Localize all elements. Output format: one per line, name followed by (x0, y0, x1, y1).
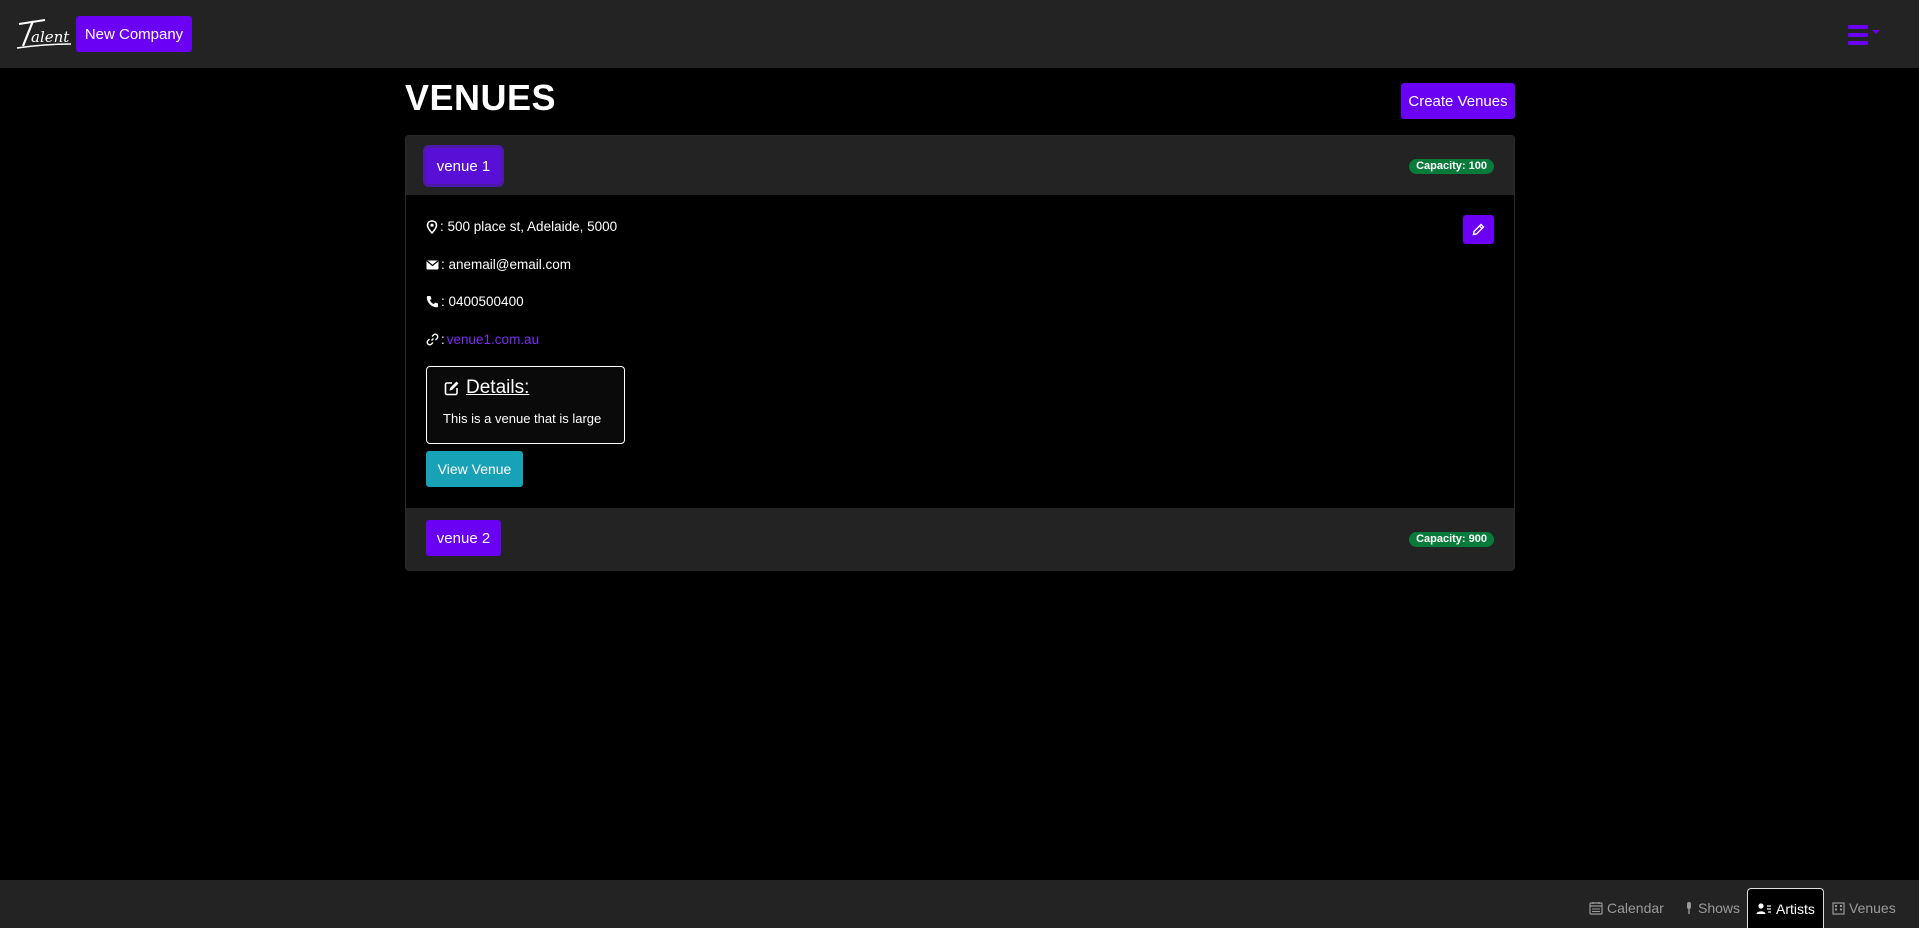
website-link[interactable]: venue1.com.au (447, 332, 539, 347)
talent-logo[interactable]: alent (15, 14, 73, 52)
capacity-badge: Capacity: 900 (1409, 532, 1494, 547)
tab-venues[interactable]: Venues (1824, 888, 1904, 928)
details-heading: Details: (444, 377, 529, 399)
phone-line: : 0400500400 (426, 294, 524, 309)
tab-shows-label: Shows (1698, 900, 1741, 916)
svg-text:alent: alent (31, 28, 70, 46)
top-navbar: alent New Company (0, 0, 1919, 68)
mic-icon (1687, 902, 1691, 914)
tab-calendar[interactable]: Calendar (1581, 888, 1672, 928)
email-line: : anemail@email.com (426, 257, 571, 272)
link-icon (426, 333, 439, 346)
menu-toggle-button[interactable] (1848, 20, 1888, 50)
location-pin-icon (426, 219, 438, 234)
phone-icon (426, 296, 438, 308)
bottom-nav: Calendar Shows Artists Venues (0, 880, 1919, 928)
address-text: : 500 place st, Adelaide, 5000 (440, 219, 618, 234)
details-box: Details: This is a venue that is large (426, 366, 625, 444)
website-line: : venue1.com.au (426, 332, 539, 347)
view-venue-button[interactable]: View Venue (426, 451, 523, 487)
hamburger-icon (1848, 25, 1868, 45)
details-title-text: Details: (466, 377, 530, 398)
tab-artists[interactable]: Artists (1747, 888, 1824, 928)
people-icon (1756, 903, 1771, 914)
new-company-button[interactable]: New Company (76, 16, 192, 52)
details-description: This is a venue that is large (443, 411, 602, 426)
edit-square-icon (444, 381, 459, 396)
venue-2-toggle-button[interactable]: venue 2 (426, 520, 501, 556)
tab-venues-label: Venues (1849, 900, 1896, 916)
tab-artists-label: Artists (1776, 900, 1815, 917)
address-line: : 500 place st, Adelaide, 5000 (426, 219, 617, 234)
calendar-icon (1589, 902, 1603, 915)
envelope-icon (426, 260, 439, 269)
caret-down-icon (1872, 30, 1880, 34)
tab-shows[interactable]: Shows (1676, 888, 1748, 928)
venue-1-toggle-button[interactable]: venue 1 (426, 148, 501, 184)
edit-venue-button[interactable] (1463, 215, 1494, 244)
create-venues-button[interactable]: Create Venues (1401, 83, 1515, 119)
venue-1-body: : 500 place st, Adelaide, 5000 : anemail… (406, 195, 1514, 508)
page-title: VENUES (405, 77, 557, 118)
tab-calendar-label: Calendar (1607, 900, 1664, 916)
venue-2-header: venue 2 Capacity: 900 (406, 508, 1514, 570)
capacity-badge: Capacity: 100 (1409, 159, 1494, 174)
venues-accordion: venue 1 Capacity: 100 : 500 place st, Ad… (405, 135, 1515, 571)
building-icon (1832, 901, 1845, 915)
email-text: : anemail@email.com (441, 257, 571, 272)
website-prefix: : (441, 332, 445, 347)
pencil-icon (1472, 223, 1485, 236)
venue-1-header: venue 1 Capacity: 100 (406, 136, 1514, 195)
phone-text: : 0400500400 (441, 294, 524, 309)
